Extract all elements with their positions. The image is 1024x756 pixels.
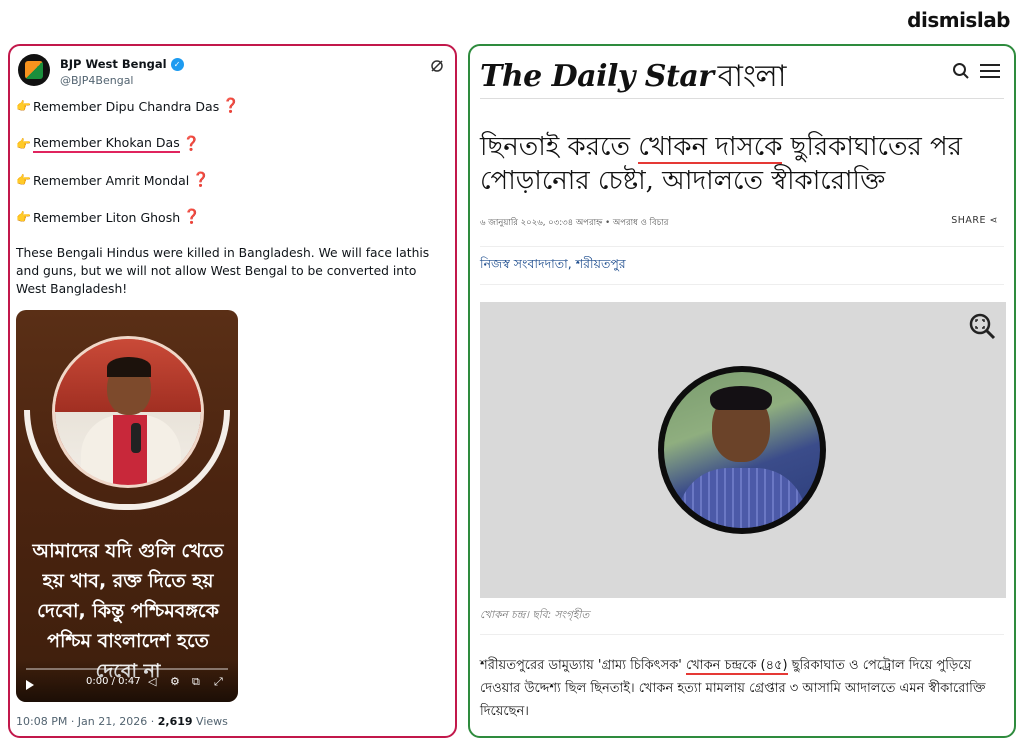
- remember-name: Liton Ghosh: [105, 209, 181, 225]
- headline-part-1: ছিনতাই করতে: [480, 132, 639, 162]
- remember-prefix: Remember: [32, 172, 106, 188]
- divider: [480, 634, 1004, 635]
- views-count: 2,619: [157, 715, 193, 728]
- headline-highlight: খোকন দাসকে: [638, 132, 783, 164]
- video-time: 0:00 / 0:47: [86, 676, 141, 687]
- divider: [480, 98, 1004, 99]
- dismislab-logo: dismislab: [907, 8, 1010, 32]
- article-dateline: ৬ জানুয়ারি ২০২৬, ০৩:৩৪ অপরাহ্ন • অপরাধ …: [480, 218, 669, 228]
- account-name-row[interactable]: BJP West Bengal ✓: [60, 57, 184, 71]
- pointing-hand-icon: 👉: [16, 137, 31, 151]
- account-name[interactable]: BJP West Bengal: [60, 57, 167, 71]
- portrait-photo: [658, 366, 826, 534]
- remember-prefix: Remember: [32, 209, 106, 225]
- fullscreen-icon[interactable]: ⤢: [214, 675, 223, 689]
- grok-icon[interactable]: [429, 58, 445, 74]
- tweet-header: BJP West Bengal ✓ @BJP4Bengal: [18, 54, 447, 94]
- search-icon[interactable]: [952, 62, 970, 80]
- popout-icon[interactable]: ⧉: [192, 675, 200, 689]
- pointing-hand-icon: 👉: [16, 173, 31, 187]
- views-label: Views: [192, 715, 228, 728]
- article-panel: The Daily Star বাংলা ছিনতাই করতে খোকন দাস…: [468, 44, 1016, 738]
- remember-line-4: 👉 Remember Liton Ghosh ❓: [16, 209, 201, 225]
- article-image: [480, 302, 1006, 598]
- lead-highlight: খোকন চন্দ্রকে (৪৫): [686, 658, 788, 675]
- question-mark-icon: ❓: [222, 98, 240, 114]
- article-byline[interactable]: নিজস্ব সংবাদদাতা, শরীয়তপুর: [480, 256, 626, 276]
- share-button[interactable]: SHARE ⋖: [951, 215, 998, 226]
- tweet-body: These Bengali Hindus were killed in Bang…: [16, 246, 430, 296]
- question-mark-icon: ❓: [182, 136, 201, 152]
- zoom-icon[interactable]: [968, 312, 996, 340]
- article-headline: ছিনতাই করতে খোকন দাসকে ছুরিকাঘাতের পর পো…: [480, 130, 1000, 198]
- logo-english: The Daily Star: [480, 59, 714, 94]
- tweet-panel: BJP West Bengal ✓ @BJP4Bengal 👉 Remember…: [8, 44, 457, 738]
- share-icon: ⋖: [989, 215, 998, 226]
- settings-icon[interactable]: ⚙: [170, 675, 180, 688]
- verified-badge-icon: ✓: [170, 57, 184, 71]
- remember-prefix: Remember: [32, 98, 106, 114]
- remember-name: Khokan Das: [105, 135, 180, 150]
- video-player[interactable]: আমাদের যদি গুলি খেতে হয় খাব, রক্ত দিতে …: [16, 310, 238, 702]
- remember-line-2: 👉 Remember Khokan Das ❓: [16, 135, 200, 153]
- divider: [480, 246, 1004, 247]
- remember-highlight: Remember Khokan Das: [32, 135, 180, 153]
- share-label: SHARE: [951, 215, 986, 226]
- remember-name: Dipu Chandra Das: [105, 98, 220, 114]
- lead-part-1: শরীয়তপুরের ডামুড্যায় 'গ্রাম্য চিকিৎসক': [480, 658, 686, 673]
- question-mark-icon: ❓: [192, 172, 210, 188]
- daily-star-logo[interactable]: The Daily Star বাংলা: [480, 52, 786, 103]
- image-caption: খোকন চন্দ্র। ছবি: সংগৃহীত: [480, 609, 590, 621]
- volume-icon[interactable]: ◁: [148, 675, 156, 688]
- video-progress-bar[interactable]: [26, 668, 228, 670]
- video-controls: 0:00 / 0:47 ◁ ⚙ ⧉ ⤢: [16, 660, 238, 702]
- remember-line-3: 👉 Remember Amrit Mondal ❓: [16, 172, 210, 188]
- hamburger-menu-icon[interactable]: [980, 64, 1000, 78]
- pointing-hand-icon: 👉: [16, 210, 31, 224]
- tweet-timestamp[interactable]: 10:08 PM · Jan 21, 2026 ·: [16, 715, 158, 728]
- question-mark-icon: ❓: [183, 209, 201, 225]
- divider: [480, 284, 1004, 285]
- account-handle[interactable]: @BJP4Bengal: [60, 74, 134, 87]
- remember-name: Amrit Mondal: [105, 172, 190, 188]
- remember-prefix: Remember: [32, 135, 106, 150]
- play-icon[interactable]: [26, 680, 34, 690]
- logo-bangla: বাংলা: [717, 59, 787, 94]
- article-lead: শরীয়তপুরের ডামুড্যায় 'গ্রাম্য চিকিৎসক'…: [480, 654, 1008, 723]
- bjp-logo-icon: [25, 61, 43, 79]
- avatar[interactable]: [18, 54, 50, 86]
- pointing-hand-icon: 👉: [16, 99, 31, 113]
- decorative-arc: [24, 410, 230, 510]
- remember-line-1: 👉 Remember Dipu Chandra Das ❓: [16, 98, 240, 114]
- tweet-meta: 10:08 PM · Jan 21, 2026 · 2,619 Views: [16, 715, 228, 728]
